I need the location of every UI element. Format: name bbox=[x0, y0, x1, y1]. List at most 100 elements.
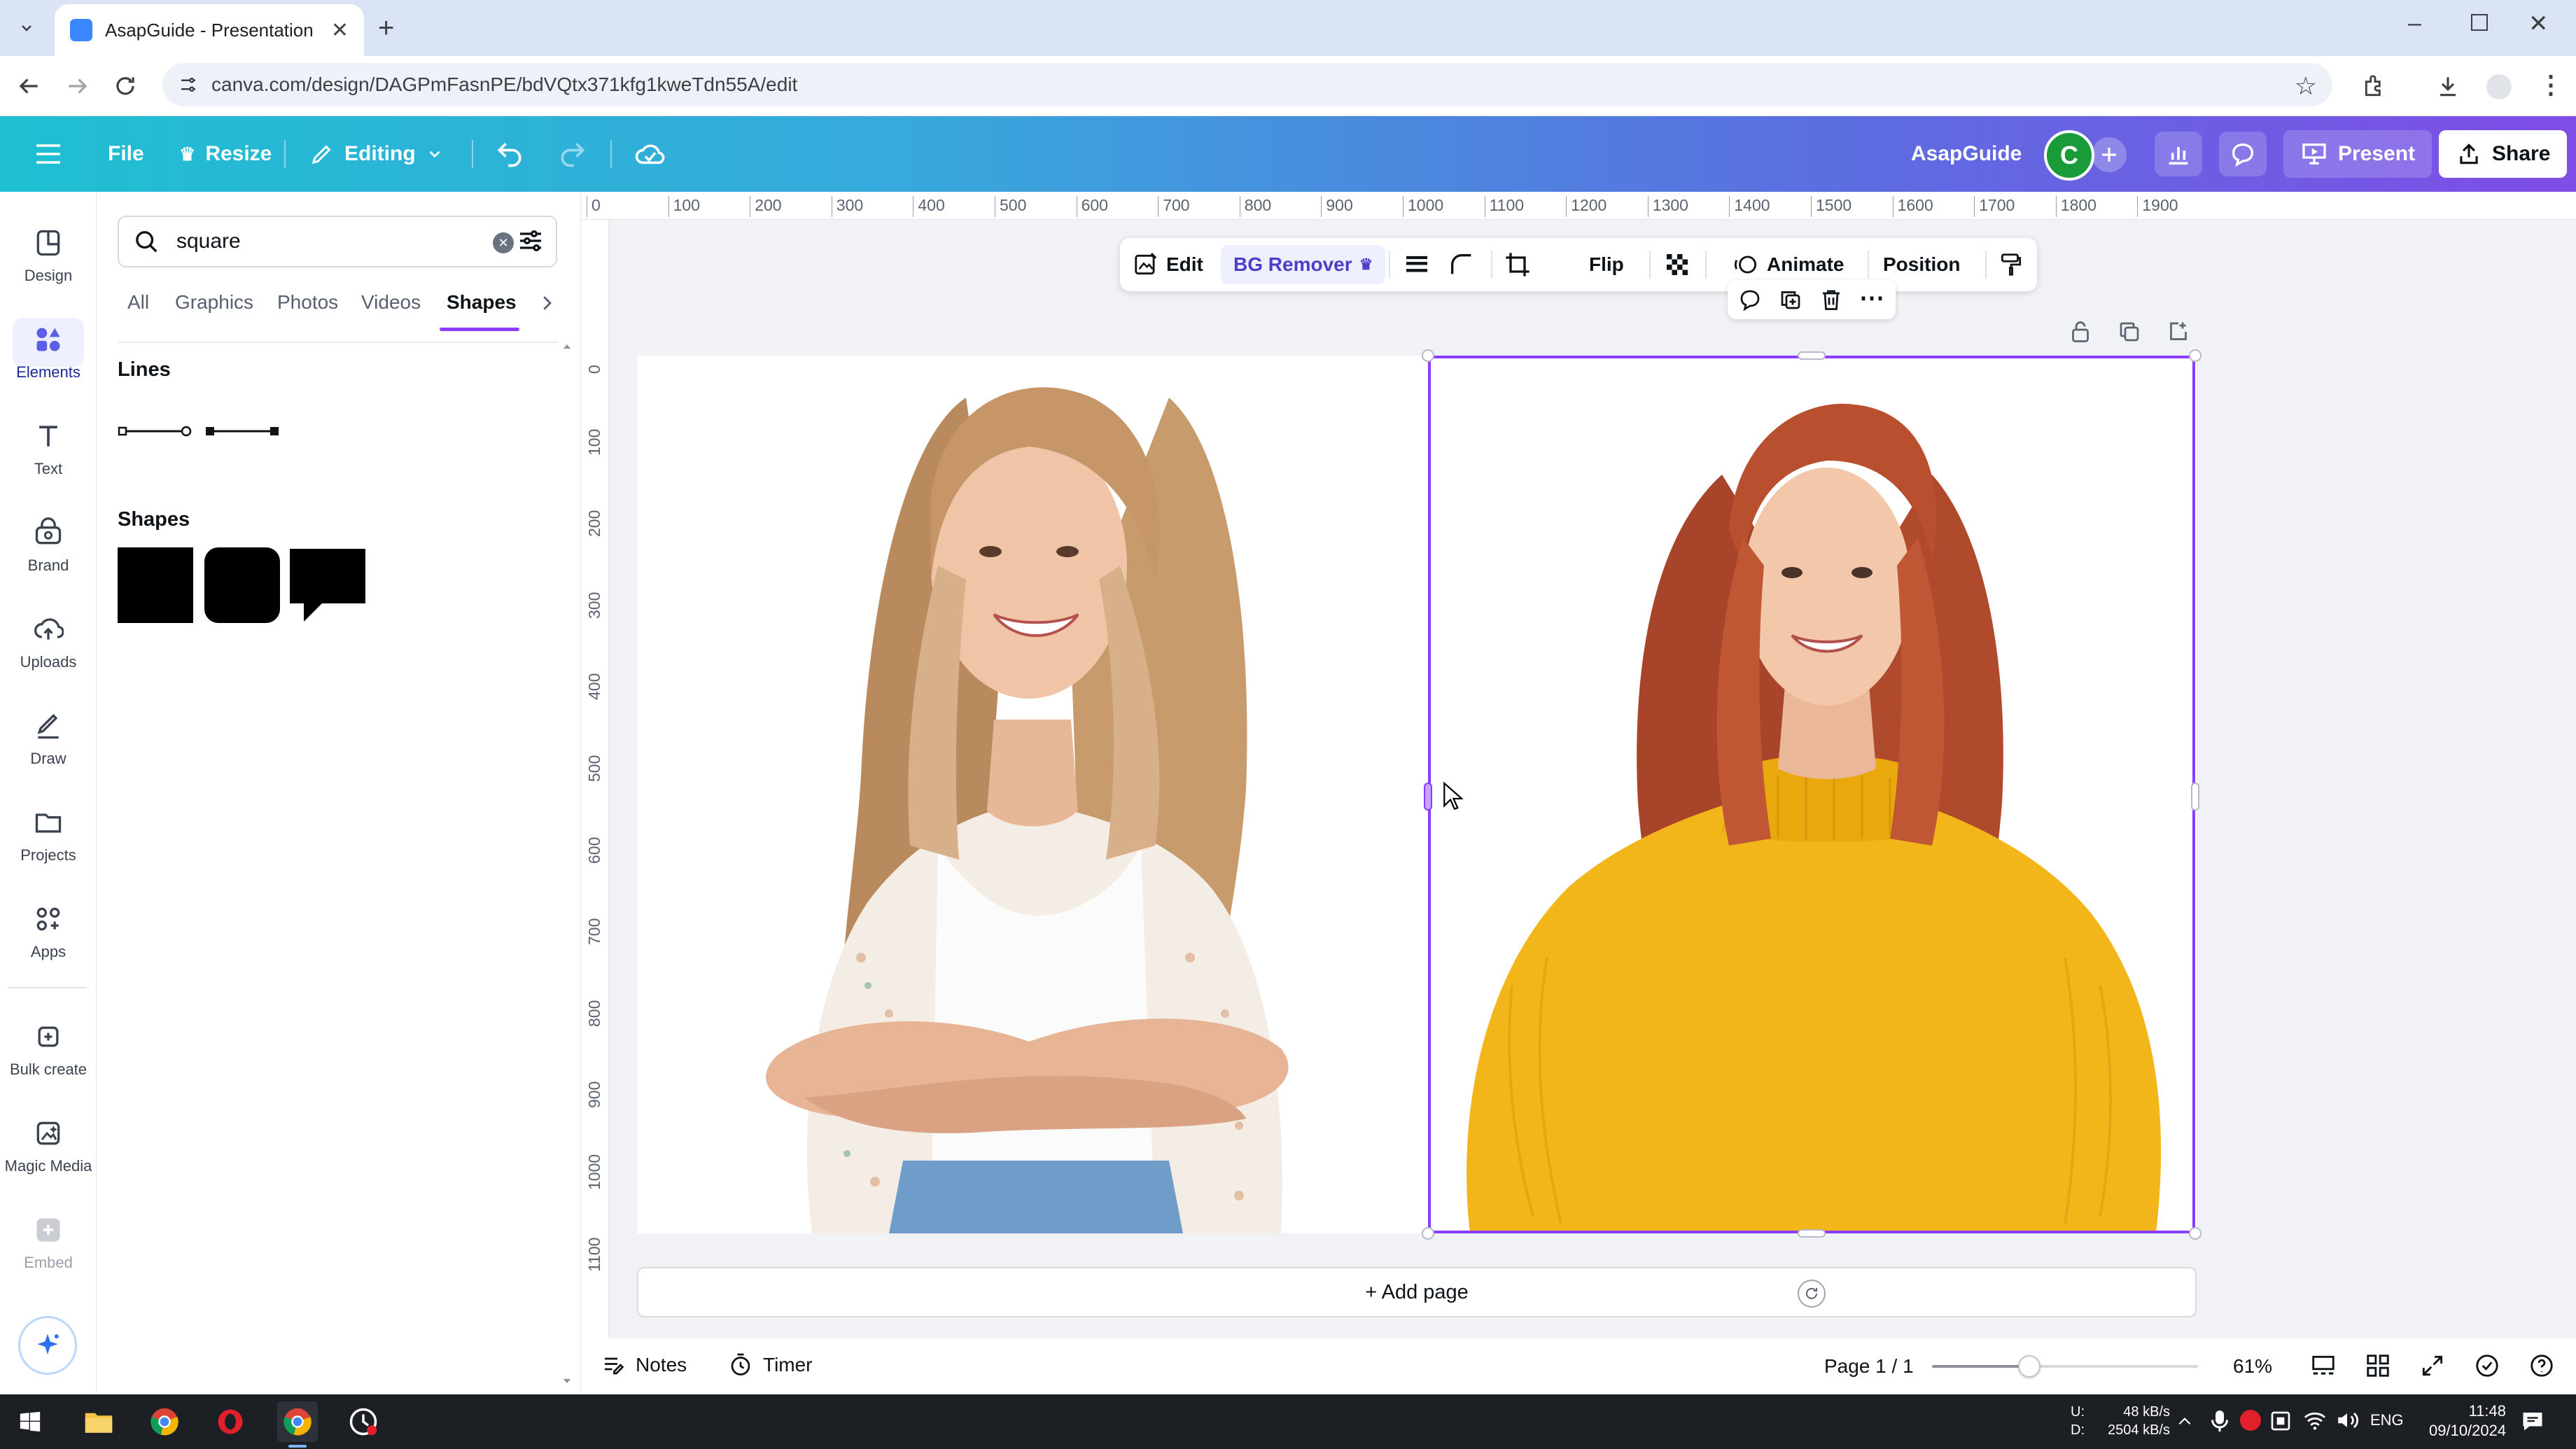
system-clock[interactable]: 11:48 09/10/2024 bbox=[2429, 1401, 2506, 1441]
forward-arrow-icon[interactable] bbox=[64, 73, 91, 99]
copy-style-paint-roller-icon[interactable] bbox=[1998, 238, 2024, 291]
keyboard-language[interactable]: ENG bbox=[2370, 1411, 2404, 1429]
duplicate-page-icon[interactable] bbox=[2117, 319, 2142, 344]
rail-item-elements[interactable]: Elements bbox=[0, 311, 97, 395]
volume-speaker-icon[interactable] bbox=[2335, 1408, 2359, 1432]
transparency-checker-icon[interactable] bbox=[1665, 238, 1690, 291]
reload-icon[interactable] bbox=[112, 73, 139, 99]
close-window-icon[interactable]: ✕ bbox=[2528, 10, 2549, 38]
elements-search-input[interactable]: square ✕ bbox=[118, 216, 557, 267]
rail-item-apps[interactable]: Apps bbox=[0, 890, 97, 974]
minimize-window-icon[interactable]: – bbox=[2408, 10, 2421, 37]
help-question-icon[interactable] bbox=[2528, 1352, 2555, 1379]
restore-window-icon[interactable] bbox=[2471, 14, 2488, 31]
resize-handle-bottom-left[interactable] bbox=[1422, 1227, 1434, 1240]
zoom-percentage[interactable]: 61% bbox=[2233, 1355, 2272, 1378]
crop-icon[interactable] bbox=[1504, 238, 1532, 291]
zoom-slider[interactable] bbox=[1932, 1355, 2198, 1378]
comment-bubble-icon[interactable] bbox=[1737, 287, 1763, 312]
rail-item-draw[interactable]: Draw bbox=[0, 697, 97, 781]
tab-all[interactable]: All bbox=[127, 291, 149, 314]
user-avatar[interactable]: C bbox=[2044, 130, 2094, 181]
rail-item-embed[interactable]: Embed bbox=[0, 1201, 97, 1285]
selection-frame[interactable] bbox=[1428, 356, 2195, 1233]
cloud-saved-icon[interactable] bbox=[634, 139, 666, 169]
rail-item-text[interactable]: Text bbox=[0, 407, 97, 491]
resize-handle-right[interactable] bbox=[2191, 783, 2199, 811]
chrome-active-icon[interactable] bbox=[277, 1401, 318, 1448]
timer-button[interactable]: Timer bbox=[728, 1352, 813, 1378]
lock-page-icon[interactable] bbox=[2068, 319, 2093, 344]
browser-menu-kebab-icon[interactable]: ⋮ bbox=[2538, 70, 2563, 99]
shape-rounded-square[interactable] bbox=[204, 547, 280, 623]
microphone-icon[interactable] bbox=[2209, 1408, 2230, 1434]
rail-item-magic-media[interactable]: Magic Media bbox=[0, 1105, 97, 1189]
chrome-icon[interactable] bbox=[144, 1401, 185, 1442]
border-style-icon[interactable] bbox=[1403, 238, 1431, 291]
notes-button[interactable]: Notes bbox=[601, 1352, 687, 1378]
extensions-puzzle-icon[interactable] bbox=[2362, 73, 2388, 99]
present-button[interactable]: Present bbox=[2283, 130, 2432, 178]
fullscreen-expand-icon[interactable] bbox=[2419, 1352, 2446, 1379]
resize-handle-left[interactable] bbox=[1424, 783, 1432, 811]
zoom-slider-knob[interactable] bbox=[2017, 1355, 2040, 1378]
tab-shapes[interactable]: Shapes bbox=[447, 291, 517, 314]
bg-remover-button[interactable]: BG Remover ♛ bbox=[1221, 245, 1386, 284]
downloads-icon[interactable] bbox=[2435, 73, 2461, 99]
screen-recorder-icon[interactable] bbox=[343, 1401, 384, 1442]
add-page-button[interactable]: + Add page bbox=[637, 1267, 2197, 1317]
rail-item-design[interactable]: Design bbox=[0, 214, 97, 298]
recording-tray-icon[interactable] bbox=[2240, 1410, 2261, 1431]
editing-mode-dropdown[interactable]: Editing bbox=[297, 130, 456, 178]
redo-icon[interactable] bbox=[557, 139, 588, 169]
hamburger-menu-icon[interactable] bbox=[34, 141, 63, 167]
insights-chart-icon[interactable] bbox=[2155, 132, 2202, 176]
url-bar[interactable]: canva.com/design/DAGPmFasnPE/bdVQtx371kf… bbox=[162, 63, 2332, 106]
clear-search-icon[interactable]: ✕ bbox=[493, 232, 514, 253]
edit-image-button[interactable]: Edit bbox=[1133, 238, 1203, 291]
tabs-scroll-chevron-right-icon[interactable] bbox=[536, 291, 557, 315]
photo-woman-crossed-arms[interactable] bbox=[637, 356, 1428, 1233]
browser-tab-active[interactable]: AsapGuide - Presentation ✕ bbox=[55, 4, 364, 56]
share-button[interactable]: Share bbox=[2439, 130, 2568, 178]
comments-icon[interactable] bbox=[2219, 132, 2267, 176]
page-indicator[interactable]: Page 1 / 1 bbox=[1824, 1355, 1914, 1378]
resize-handle-top-left[interactable] bbox=[1422, 349, 1434, 362]
undo-icon[interactable] bbox=[494, 139, 525, 169]
notification-center-icon[interactable] bbox=[2520, 1408, 2545, 1434]
position-button[interactable]: Position bbox=[1883, 238, 1960, 291]
tab-photos[interactable]: Photos bbox=[277, 291, 338, 314]
corner-rounding-icon[interactable] bbox=[1448, 238, 1476, 291]
more-options-ellipsis-icon[interactable]: ⋯ bbox=[1859, 283, 1884, 312]
new-tab-plus-icon[interactable]: + bbox=[378, 13, 394, 44]
security-tray-icon[interactable] bbox=[2269, 1410, 2292, 1432]
rail-item-uploads[interactable]: Uploads bbox=[0, 601, 97, 685]
check-status-icon[interactable] bbox=[2474, 1352, 2500, 1379]
tab-graphics[interactable]: Graphics bbox=[175, 291, 253, 314]
refresh-rotate-icon[interactable] bbox=[1798, 1280, 1826, 1308]
rail-item-bulk-create[interactable]: Bulk create bbox=[0, 1008, 97, 1092]
tab-close-icon[interactable]: ✕ bbox=[331, 18, 349, 43]
filter-sliders-icon[interactable] bbox=[517, 227, 545, 255]
tab-videos[interactable]: Videos bbox=[361, 291, 421, 314]
file-explorer-icon[interactable] bbox=[78, 1401, 119, 1442]
resize-handle-bottom-right[interactable] bbox=[2189, 1227, 2202, 1240]
profile-avatar-icon[interactable] bbox=[2486, 74, 2512, 99]
add-collaborator-plus-icon[interactable] bbox=[2092, 137, 2127, 172]
team-name[interactable]: AsapGuide bbox=[1898, 130, 2034, 178]
page-thumbnails-icon[interactable] bbox=[2310, 1352, 2337, 1379]
tab-list-chevron-icon[interactable] bbox=[14, 15, 39, 41]
duplicate-element-icon[interactable] bbox=[1778, 287, 1803, 312]
bookmark-star-icon[interactable]: ☆ bbox=[2295, 71, 2317, 101]
resize-handle-bottom[interactable] bbox=[1798, 1229, 1826, 1238]
back-arrow-icon[interactable] bbox=[15, 73, 42, 99]
shape-speech-bubble[interactable] bbox=[288, 547, 367, 624]
rail-item-projects[interactable]: Projects bbox=[0, 794, 97, 878]
opera-recorder-icon[interactable] bbox=[210, 1401, 251, 1442]
resize-button[interactable]: ♛ Resize bbox=[167, 130, 284, 178]
resize-handle-top-right[interactable] bbox=[2189, 349, 2202, 362]
delete-trash-icon[interactable] bbox=[1819, 287, 1844, 312]
show-hidden-icons-chevron-icon[interactable] bbox=[2176, 1413, 2194, 1431]
rail-item-brand[interactable]: Brand bbox=[0, 504, 97, 588]
site-info-icon[interactable] bbox=[178, 74, 199, 95]
